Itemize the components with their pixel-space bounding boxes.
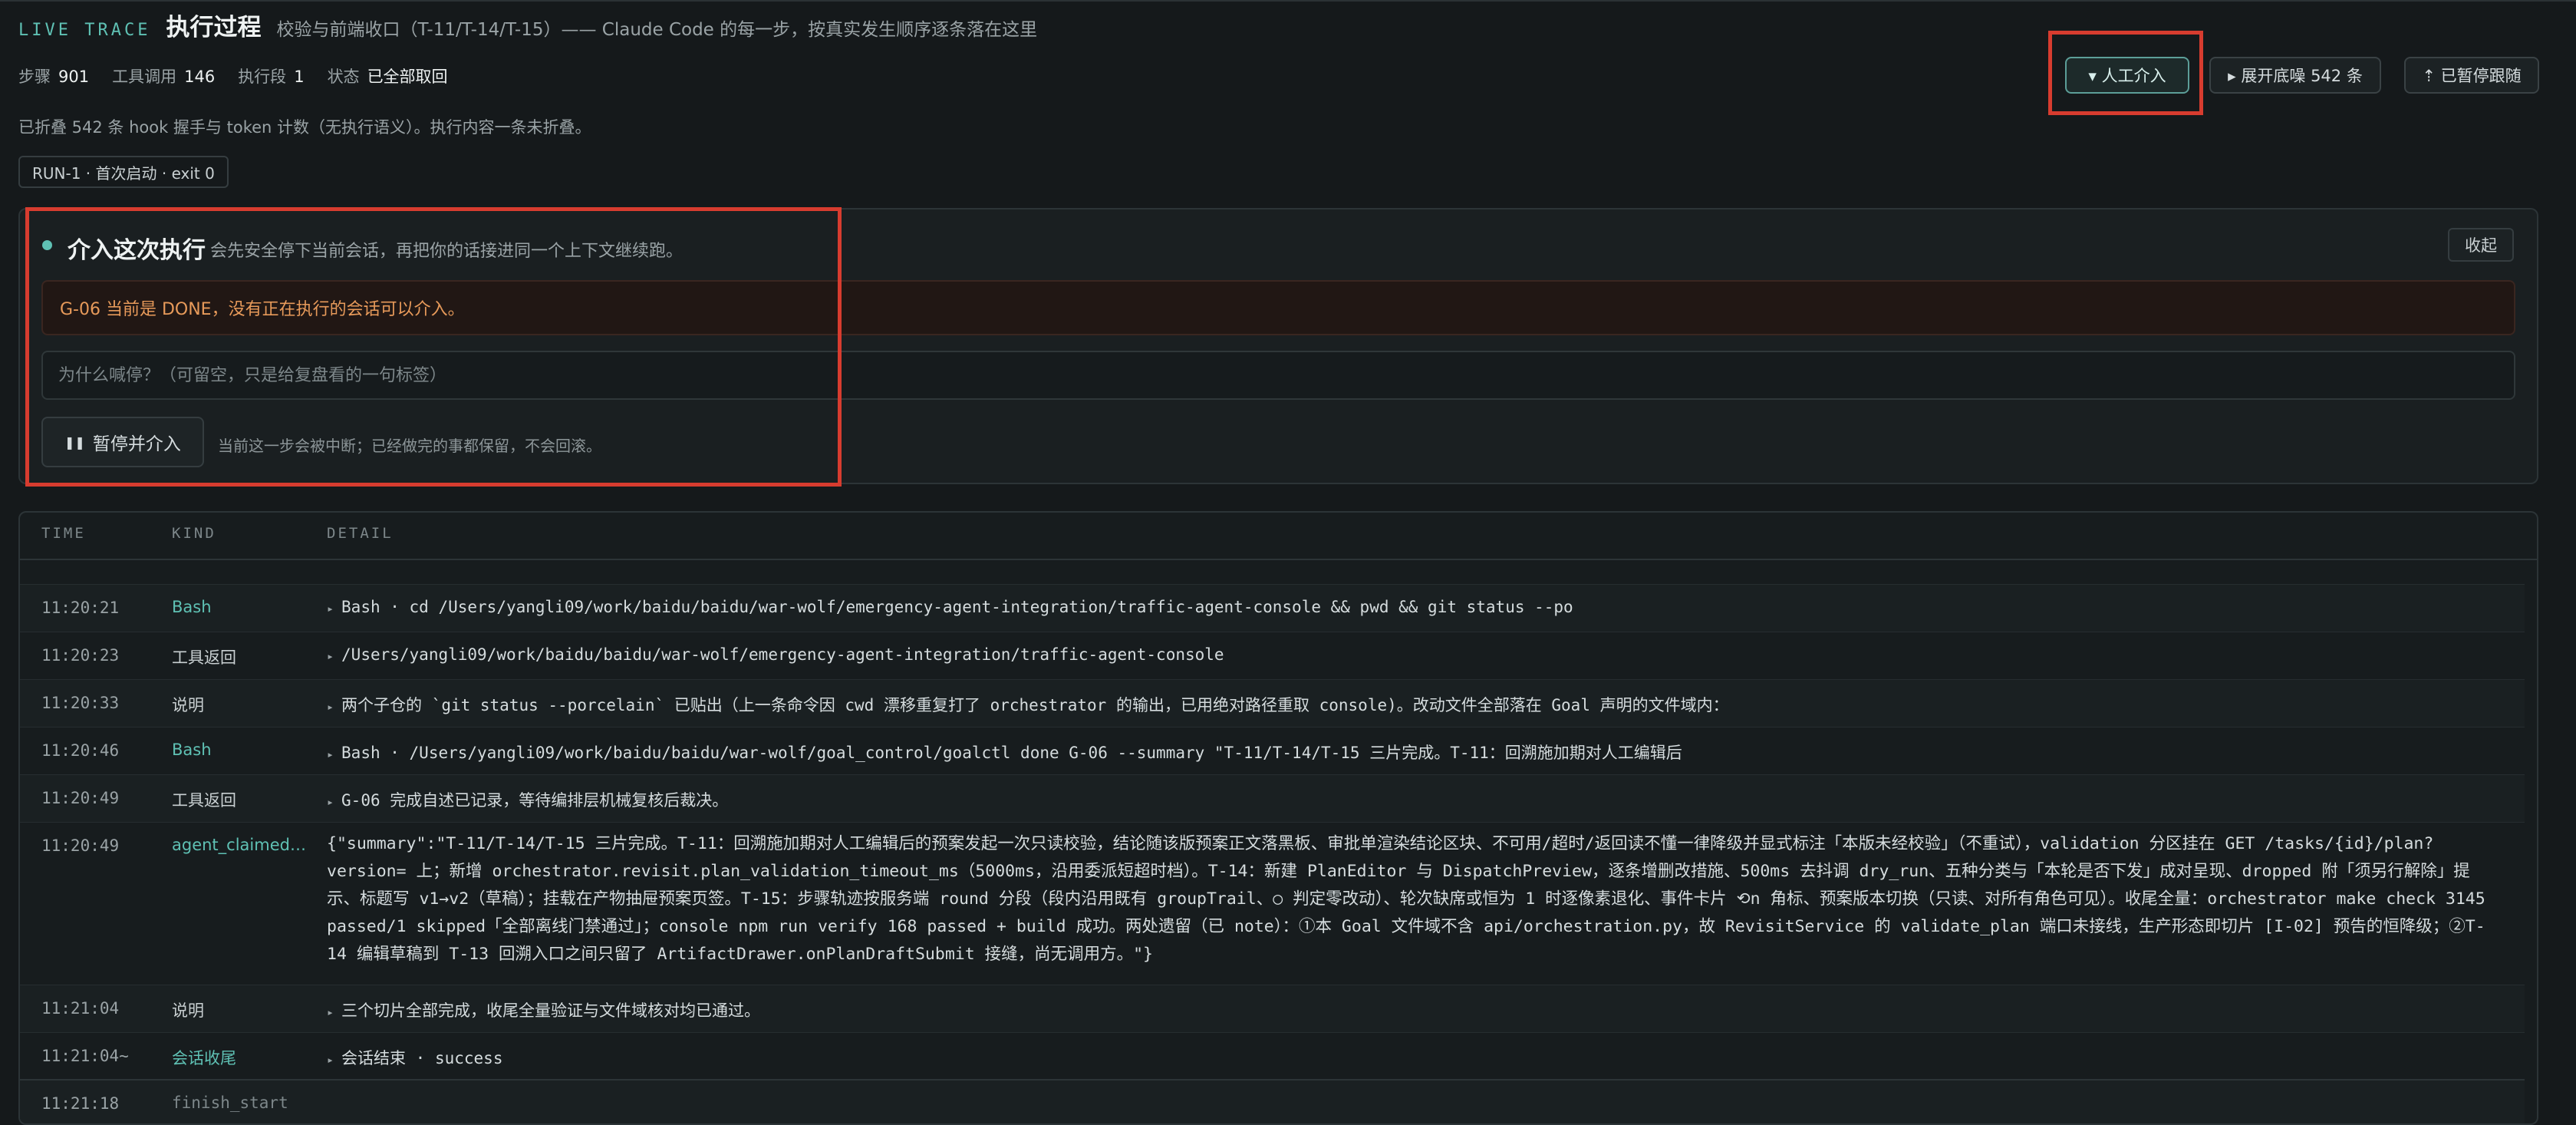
table-row-expanded[interactable]: 11:20:49 agent_claimed_done {"summary":"… xyxy=(20,823,2525,985)
expand-caret-icon: ▸ xyxy=(327,795,334,809)
stat-tool-calls: 工具调用 146 xyxy=(112,68,216,86)
status-dot-icon xyxy=(42,240,52,250)
warning-banner: G-06 当前是 DONE，没有正在执行的会话可以介入。 xyxy=(41,280,2515,335)
live-trace-label: LIVE TRACE xyxy=(18,21,151,40)
expand-caret-icon: ▸ xyxy=(327,1005,334,1019)
expand-caret-icon: ▸ xyxy=(327,747,334,761)
expand-caret-icon: ▸ xyxy=(327,1053,334,1067)
trace-table: TIME KIND DETAIL 11:20:21 Bash ▸ Bash · c… xyxy=(18,511,2538,1125)
expand-caret-icon: ▸ xyxy=(327,602,334,615)
table-header: TIME KIND DETAIL xyxy=(20,513,2537,560)
intervene-button[interactable]: ▾ 人工介入 xyxy=(2065,57,2189,94)
table-row[interactable]: 11:21:18 finish_start xyxy=(20,1080,2525,1123)
intervene-description: 会先安全停下当前会话，再把你的话接进同一个上下文继续跑。 xyxy=(210,242,684,261)
pause-follow-button[interactable]: ⇡ 已暂停跟随 xyxy=(2404,57,2539,94)
stats-bar: 步骤 901 工具调用 146 执行段 1 状态 已全部取回 xyxy=(18,64,448,87)
table-row[interactable]: 11:20:33 说明 ▸ 两个子仓的 `git status --porcela… xyxy=(20,680,2525,727)
table-row[interactable]: 11:21:04~ 会话收尾 ▸ 会话结束 · success xyxy=(20,1033,2525,1080)
run-tag: RUN-1 · 首次启动 · exit 0 xyxy=(18,156,229,188)
table-row[interactable]: 11:20:21 Bash ▸ Bash · cd /Users/yangli09… xyxy=(20,585,2525,632)
fold-note: 已折叠 542 条 hook 握手与 token 计数（无执行语义）。执行内容一… xyxy=(18,118,591,137)
page-title: 执行过程 xyxy=(166,14,262,41)
expand-caret-icon: ▸ xyxy=(327,700,334,714)
stat-status: 状态 已全部取回 xyxy=(327,68,448,86)
pause-intervene-button[interactable]: ❚❚ 暂停并介入 xyxy=(41,417,204,467)
pause-icon: ❚❚ xyxy=(64,434,85,450)
table-row[interactable]: 11:20:23 工具返回 ▸/Users/yangli09/work/baid… xyxy=(20,632,2525,680)
table-row[interactable]: 11:20:46 Bash ▸ Bash · /Users/yangli09/wo… xyxy=(20,727,2525,775)
stat-segments: 执行段 1 xyxy=(238,68,305,86)
table-row[interactable]: 11:21:04 说明 ▸ 三个切片全部完成，收尾全量验证与文件域核对均已通过。 xyxy=(20,985,2525,1033)
intervene-panel: 介入这次执行 会先安全停下当前会话，再把你的话接进同一个上下文继续跑。 收起 G… xyxy=(18,208,2538,484)
column-time: TIME xyxy=(41,525,86,542)
column-detail: DETAIL xyxy=(327,525,394,542)
pause-note: 当前这一步会被中断；已经做完的事都保留，不会回滚。 xyxy=(218,437,601,455)
stat-steps: 步骤 901 xyxy=(18,68,90,86)
table-spacer xyxy=(20,559,2525,585)
intervene-title: 介入这次执行 xyxy=(68,237,206,264)
pause-intervene-label: 暂停并介入 xyxy=(92,434,181,454)
page-subtitle: 校验与前端收口（T-11/T-14/T-15）—— Claude Code 的每… xyxy=(276,20,1038,40)
collapse-button[interactable]: 收起 xyxy=(2448,228,2514,262)
top-border xyxy=(0,0,2576,2)
column-kind: KIND xyxy=(172,525,216,542)
expand-caret-icon: ▸ xyxy=(327,649,334,663)
expand-noise-button[interactable]: ▸ 展开底噪 542 条 xyxy=(2209,57,2381,94)
page-header: LIVE TRACE 执行过程 校验与前端收口（T-11/T-14/T-15）—… xyxy=(18,8,1038,41)
reason-input[interactable] xyxy=(41,351,2515,400)
table-row[interactable]: 11:20:49 工具返回 ▸ G-06 完成自述已记录，等待编排层机械复核后裁决… xyxy=(20,775,2525,823)
claimed-done-summary: {"summary":"T-11/T-14/T-15 三片完成。T-11：回溯施… xyxy=(327,834,2485,964)
